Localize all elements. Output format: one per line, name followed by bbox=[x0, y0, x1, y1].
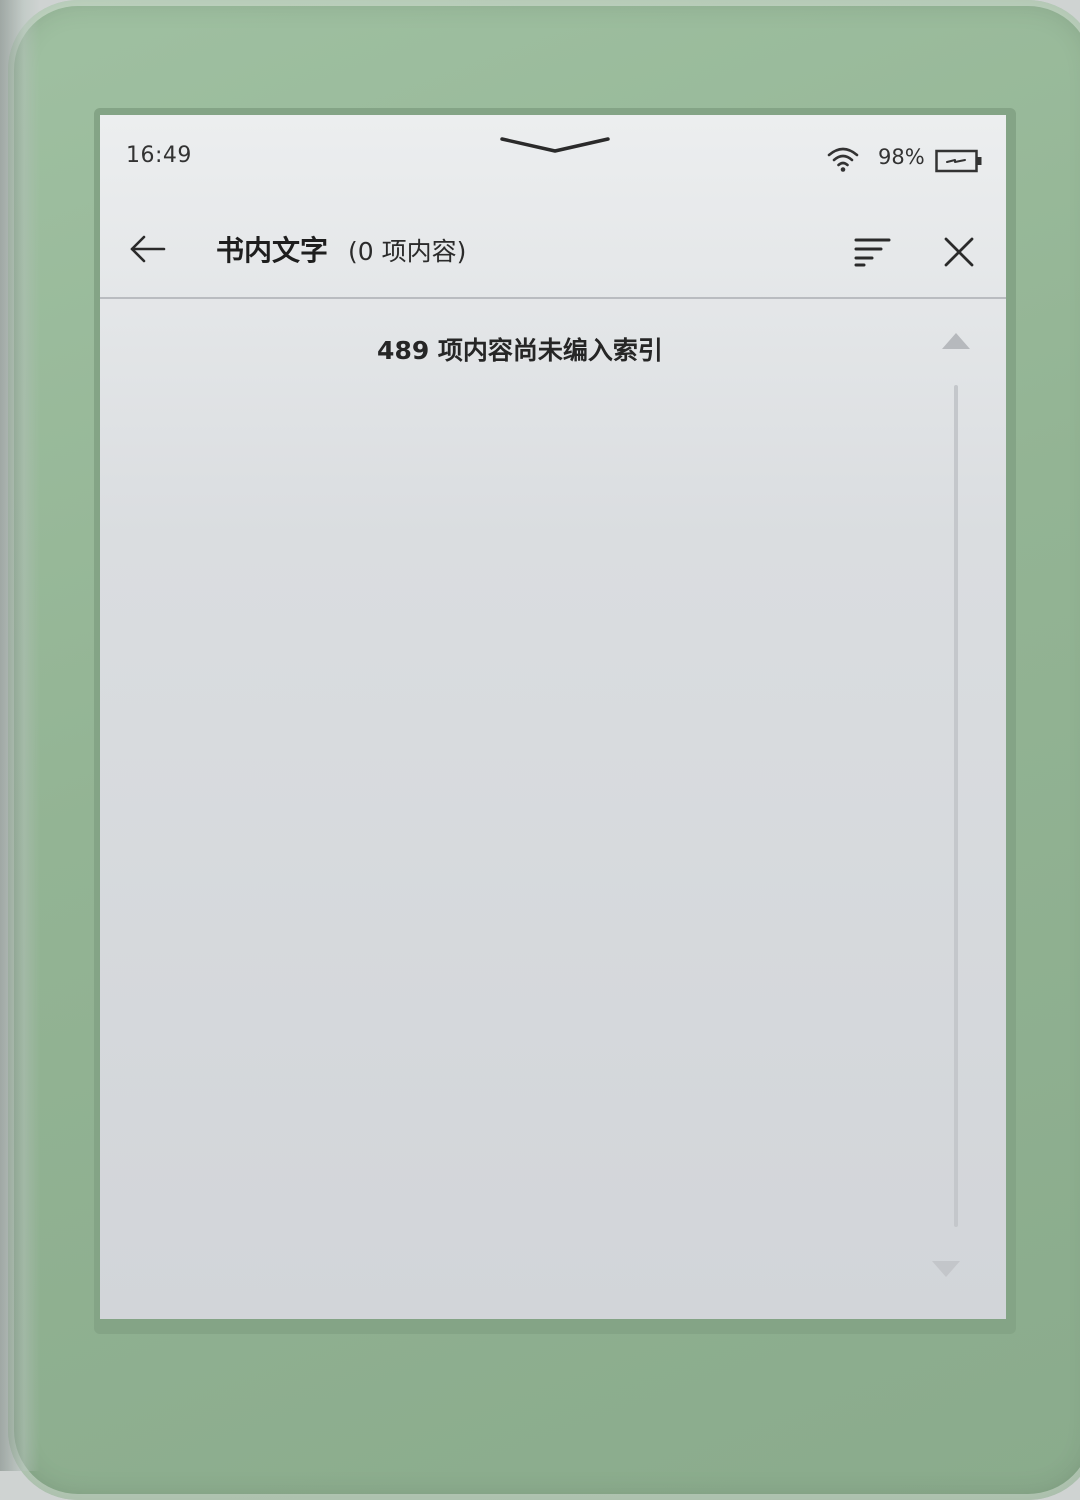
page-title: 书内文字 bbox=[216, 234, 329, 267]
item-count: (0 项内容) bbox=[348, 237, 467, 266]
screen: 16:49 98% 书内文字 (0 项内容) 489 项内容尚未编入索引 bbox=[100, 115, 1006, 1319]
status-time: 16:49 bbox=[126, 143, 192, 168]
device-edge bbox=[0, 0, 40, 1471]
scroll-down-arrow-icon[interactable] bbox=[932, 1261, 960, 1277]
battery-percent: 98% bbox=[878, 145, 925, 169]
battery-charging-icon bbox=[935, 149, 982, 173]
scrollbar[interactable] bbox=[932, 333, 970, 1283]
sort-icon[interactable] bbox=[852, 235, 892, 267]
pull-down-handle-icon[interactable] bbox=[500, 133, 610, 157]
scroll-track[interactable] bbox=[954, 385, 958, 1227]
wifi-icon bbox=[827, 147, 859, 172]
not-indexed-message: 489 项内容尚未编入索引 bbox=[377, 336, 663, 365]
close-icon[interactable] bbox=[942, 235, 976, 269]
toolbar: 书内文字 (0 项内容) bbox=[100, 205, 1006, 299]
back-arrow-icon[interactable] bbox=[128, 231, 168, 267]
scroll-up-arrow-icon[interactable] bbox=[942, 333, 970, 349]
